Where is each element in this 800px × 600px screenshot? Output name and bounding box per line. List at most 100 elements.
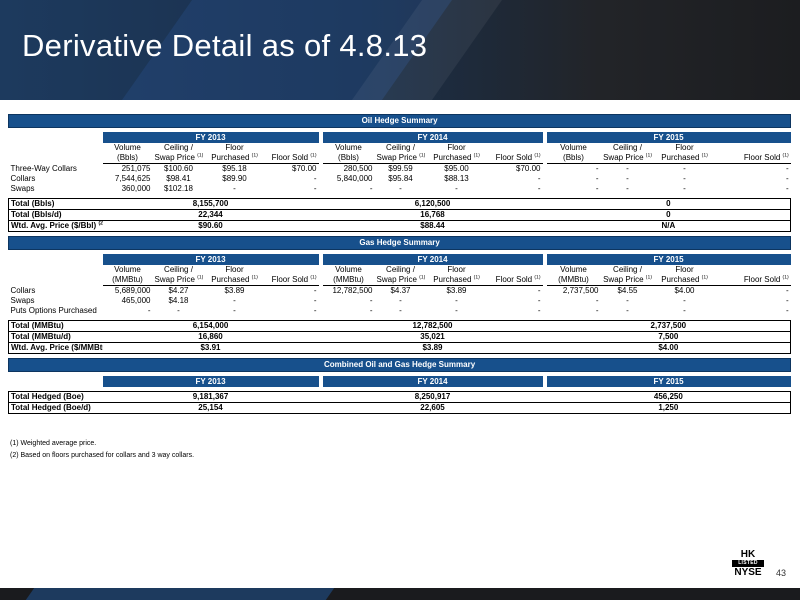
col-floor: Floor — [447, 143, 466, 152]
total-label: Total (MMBtu/d) — [8, 331, 103, 343]
table-cell: - — [537, 174, 541, 183]
footnote-ref: (1) — [197, 275, 204, 281]
table-cell: 251,075 — [121, 164, 151, 173]
table-cell: $70.00 — [292, 164, 317, 173]
total-row: Total (MMBtu) 6,154,000 12,782,500 2,737,5… — [8, 320, 792, 332]
table-cell: - — [369, 184, 373, 193]
header-banner: Derivative Detail as of 4.8.13 — [0, 0, 800, 100]
table-cell: - — [399, 184, 402, 193]
col-volume-unit: (Bbls) — [322, 153, 375, 164]
col-purchased: Purchased (1) — [204, 153, 265, 164]
gas-col-header-row-1: Volume Ceiling / Floor Volume Ceiling / Floor… — [9, 265, 791, 275]
total-label-text: Total (MMBtu/d) — [11, 332, 71, 341]
col-volume-unit: (MMBtu) — [546, 275, 601, 286]
total-row: Wtd. Avg. Price ($/Bbl) (2)$90.60$88.44N… — [8, 220, 792, 232]
fy-header-0: FY 2013 — [102, 376, 319, 387]
col-swap-price-label: Swap Price — [376, 153, 417, 162]
col-purchased-label: Purchased — [433, 275, 472, 284]
total-value: $3.91 — [102, 342, 319, 354]
table-cell: - — [683, 174, 686, 183]
table-cell: - — [313, 306, 317, 315]
table-cell: - — [683, 164, 686, 173]
total-label: Total Hedged (Boe) — [8, 391, 103, 403]
col-ceiling: Ceiling / — [386, 143, 415, 152]
footnote-1: (1) Weighted average price. — [10, 440, 97, 447]
blank-cell — [9, 132, 103, 143]
total-value: 35,021 — [322, 331, 543, 343]
table-cell: 5,840,000 — [336, 174, 373, 183]
col-floor-sold-label: Floor Sold — [495, 153, 533, 162]
col-floor-sold: Floor Sold (1) — [264, 275, 319, 286]
fy-header-1: FY 2014 — [322, 132, 543, 143]
table-cell: $4.18 — [168, 296, 189, 305]
fy-header-2: FY 2015 — [546, 376, 791, 387]
total-value: 0 — [546, 209, 792, 221]
total-value: 7,500 — [546, 331, 792, 343]
total-label: Wtd. Avg. Price ($/Bbl) (2) — [8, 220, 103, 232]
footnote-ref: (1) — [701, 275, 708, 281]
table-cell: - — [537, 296, 541, 305]
table-row: Collars 7,544,625 $98.41 $89.90 - 5,840,000 $9… — [9, 174, 791, 184]
fy-header-0: FY 2013 — [102, 254, 319, 265]
table-cell: - — [537, 184, 541, 193]
table-cell: - — [313, 296, 317, 305]
table-cell: - — [683, 184, 686, 193]
derivative-table: Oil Hedge Summary FY 2013 FY 2014 FY 2015 Vo… — [7, 114, 792, 414]
total-value: 1,250 — [546, 402, 792, 414]
col-floor: Floor — [225, 143, 244, 152]
table-cell: $99.59 — [388, 164, 413, 173]
col-purchased: Purchased (1) — [654, 153, 715, 164]
table-cell: - — [313, 184, 317, 193]
combined-section-title: Combined Oil and Gas Hedge Summary — [7, 358, 792, 372]
total-label-text: Total Hedged (Boe) — [11, 392, 84, 402]
row-label: Three-Way Collars — [10, 163, 77, 173]
total-value: 22,605 — [322, 402, 543, 414]
total-value: 2,737,500 — [546, 320, 792, 332]
table-cell: $88.13 — [444, 174, 469, 183]
table-cell: - — [313, 174, 317, 183]
table-cell: $89.90 — [222, 174, 247, 183]
oil-fy-row: FY 2013 FY 2014 FY 2015 — [9, 132, 791, 143]
total-label: Wtd. Avg. Price ($/MMBtu — [8, 342, 103, 354]
blank-cell — [487, 265, 543, 275]
footnote-ref: (1) — [473, 153, 480, 159]
col-volume-unit: (MMBtu) — [322, 275, 375, 286]
total-value: 12,782,500 — [322, 320, 543, 332]
total-value: 8,155,700 — [102, 198, 319, 210]
table-cell: - — [683, 296, 686, 305]
total-value: $4.00 — [546, 342, 792, 354]
page-title: Derivative Detail as of 4.8.13 — [22, 28, 428, 63]
table-cell: $4.00 — [674, 286, 695, 295]
footnote-ref: (1) — [473, 275, 480, 281]
total-value: $3.89 — [322, 342, 543, 354]
col-volume-unit: (MMBtu) — [102, 275, 153, 286]
col-floor: Floor — [675, 143, 694, 152]
col-volume-unit: (Bbls) — [546, 153, 601, 164]
table-cell: $102.18 — [164, 184, 193, 193]
blank-cell — [9, 153, 103, 164]
col-volume: Volume — [560, 265, 587, 274]
total-row: Wtd. Avg. Price ($/MMBtu $3.91 $3.89 $4.00 — [8, 342, 792, 354]
table-row: Swaps 360,000 $102.18 - - - - - - - - - - — [9, 184, 791, 194]
footnote-ref: (1) — [645, 153, 652, 159]
col-floor-sold: Floor Sold (1) — [486, 153, 543, 164]
table-cell: - — [626, 174, 629, 183]
col-purchased: Purchased (1) — [426, 275, 487, 286]
footnote-2: (2) Based on floors purchased for collar… — [10, 452, 195, 459]
total-label-text: Wtd. Avg. Price ($/Bbl) — [11, 221, 97, 230]
table-cell: - — [537, 306, 541, 315]
col-floor-sold-label: Floor Sold — [743, 275, 781, 284]
col-floor: Floor — [225, 265, 244, 274]
footnote-ref: (1) — [645, 275, 652, 281]
col-swap-price-label: Swap Price — [603, 275, 644, 284]
logo-text-nyse: NYSE — [734, 567, 762, 578]
footnotes: (1) Weighted average price. (2) Based on… — [10, 438, 194, 462]
table-cell: 7,544,625 — [114, 174, 151, 183]
table-cell: - — [177, 306, 180, 315]
oil-col-header-row-1: Volume Ceiling / Floor Volume Ceiling / Floor… — [9, 143, 791, 153]
table-cell: $95.00 — [444, 164, 469, 173]
col-volume: Volume — [114, 143, 141, 152]
table-cell: - — [595, 306, 599, 315]
table-cell: $95.18 — [222, 164, 247, 173]
fy-header-2: FY 2015 — [546, 132, 791, 143]
